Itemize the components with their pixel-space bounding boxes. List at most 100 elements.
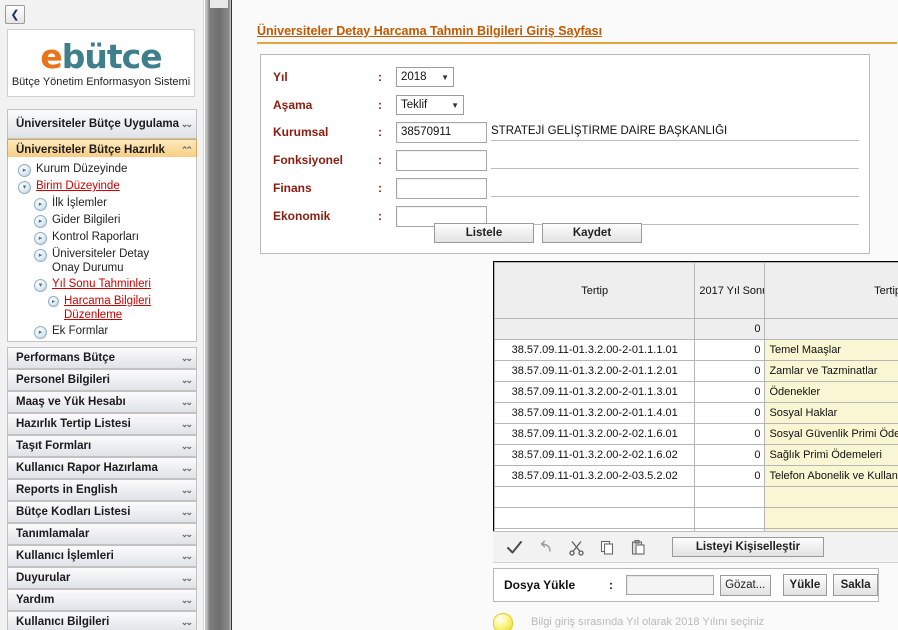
list-button[interactable]: Listele bbox=[434, 223, 534, 243]
tree-item-7[interactable]: ▸ Harcama Bilgileri Düzenleme bbox=[48, 294, 192, 322]
cell-tertip[interactable]: 38.57.09.11-01.3.2.00-2-01.1.3.01 bbox=[494, 381, 696, 403]
sidebar-accordion-14[interactable]: Kullanıcı Bilgileri ⌄⌄ bbox=[7, 611, 197, 630]
cell-aciklama[interactable]: Ödenekler bbox=[764, 381, 898, 403]
page-title: Üniversiteler Detay Harcama Tahmin Bilgi… bbox=[257, 24, 603, 38]
customize-list-button[interactable]: Listeyi Kişiselleştir bbox=[672, 537, 824, 557]
tree-item-label: Ek Formlar bbox=[52, 325, 109, 337]
cell-harcama[interactable]: 0 bbox=[694, 444, 766, 466]
sidebar-accordion-6[interactable]: Taşıt Formları ⌄⌄ bbox=[7, 435, 197, 457]
sidebar-accordion-4[interactable]: Maaş ve Yük Hesabı ⌄⌄ bbox=[7, 391, 197, 413]
label-kurumsal: Kurumsal bbox=[273, 125, 329, 139]
sidebar-accordion-11[interactable]: Kullanıcı İşlemleri ⌄⌄ bbox=[7, 545, 197, 567]
hide-button[interactable]: Sakla bbox=[833, 574, 878, 596]
cell-tertip[interactable]: 38.57.09.11-01.3.2.00-2-02.1.6.02 bbox=[494, 444, 696, 466]
tree-item-label: Gider Bilgileri bbox=[52, 214, 121, 226]
sidebar-accordion-10[interactable]: Tanımlamalar ⌄⌄ bbox=[7, 523, 197, 545]
cell-aciklama[interactable]: Sosyal Güvenlik Primi Ödemeleri bbox=[764, 423, 898, 445]
tree-item-1[interactable]: ▾ Birim Düzeyinde bbox=[18, 179, 192, 194]
copy-icon[interactable] bbox=[596, 536, 618, 558]
cut-icon[interactable] bbox=[565, 536, 587, 558]
cell-empty[interactable] bbox=[764, 507, 898, 529]
cell-empty[interactable] bbox=[764, 486, 898, 508]
cell-harcama[interactable]: 0 bbox=[694, 465, 766, 487]
grid-body: 0 38.57.09.11-01.3.2.00-2-01.1.1.01 0 Temel… bbox=[494, 318, 898, 531]
sidebar-accordion-5[interactable]: Hazırlık Tertip Listesi ⌄⌄ bbox=[7, 413, 197, 435]
cell-empty[interactable] bbox=[494, 507, 696, 529]
table-row[interactable]: 38.57.09.11-01.3.2.00-2-02.1.6.02 0 Sağlık… bbox=[494, 444, 898, 466]
criteria-panel: Yıl:2018 ▼ Aşama: Teklif ▼ Kurumsal:38570911 S… bbox=[260, 54, 870, 254]
table-row-empty[interactable] bbox=[494, 507, 898, 529]
sidebar-accordion-12[interactable]: Duyurular ⌄⌄ bbox=[7, 567, 197, 589]
select-asama[interactable]: Teklif ▼ bbox=[396, 95, 464, 115]
save-button[interactable]: Kaydet bbox=[542, 223, 642, 243]
browse-button[interactable]: Gözat... bbox=[719, 574, 771, 596]
tree-item-0[interactable]: ▸ Kurum Düzeyinde bbox=[18, 162, 192, 177]
input-finans[interactable] bbox=[396, 177, 487, 199]
confirm-check-icon[interactable] bbox=[503, 536, 525, 558]
chevron-right-icon: ▸ bbox=[34, 198, 47, 211]
logo-wordmark: ebütce bbox=[40, 40, 162, 73]
input-fonksiyonel[interactable] bbox=[396, 149, 487, 171]
sidebar-accordion-3[interactable]: Personel Bilgileri ⌄⌄ bbox=[7, 369, 197, 391]
sidebar-accordion-7[interactable]: Kullanıcı Rapor Hazırlama ⌄⌄ bbox=[7, 457, 197, 479]
table-row[interactable]: 38.57.09.11-01.3.2.00-2-01.1.1.01 0 Temel … bbox=[494, 339, 898, 361]
cell-tertip[interactable]: 38.57.09.11-01.3.2.00-2-03.5.2.02 bbox=[494, 465, 696, 487]
cell-harcama[interactable]: 0 bbox=[694, 402, 766, 424]
file-path-input[interactable] bbox=[626, 575, 714, 595]
table-row[interactable]: 38.57.09.11-01.3.2.00-2-03.5.2.02 0 Telefo… bbox=[494, 465, 898, 487]
upload-button[interactable]: Yükle bbox=[782, 574, 828, 596]
sidebar-accordion-label: Reports in English bbox=[16, 484, 118, 496]
sidebar-accordion-label: Performans Bütçe bbox=[16, 352, 116, 364]
select-yil[interactable]: 2018 ▼ bbox=[396, 67, 454, 87]
cell-harcama[interactable]: 0 bbox=[694, 339, 766, 361]
sidebar-accordion-2[interactable]: Performans Bütçe ⌄⌄ bbox=[7, 347, 197, 369]
cell-aciklama[interactable]: Sağlık Primi Ödemeleri bbox=[764, 444, 898, 466]
tree-item-2[interactable]: ▸ İlk İşlemler bbox=[34, 196, 192, 211]
colon-asama: : bbox=[378, 98, 382, 112]
cell-aciklama[interactable]: Zamlar ve Tazminatlar bbox=[764, 360, 898, 382]
chevron-right-icon: ▸ bbox=[34, 232, 47, 245]
cell-empty[interactable] bbox=[694, 486, 766, 508]
cell-empty[interactable] bbox=[694, 507, 766, 529]
data-grid[interactable]: Tertip 2017 Yıl Sonu Harc.Tah. Tertip Aç… bbox=[493, 261, 898, 531]
table-row[interactable]: 38.57.09.11-01.3.2.00-2-01.1.4.01 0 Sosyal… bbox=[494, 402, 898, 424]
sidebar-accordion-9[interactable]: Bütçe Kodları Listesi ⌄⌄ bbox=[7, 501, 197, 523]
chevron-down-icon: ⌄⌄ bbox=[180, 528, 193, 539]
cell-tertip[interactable]: 38.57.09.11-01.3.2.00-2-01.1.1.01 bbox=[494, 339, 696, 361]
sidebar-accordion-0[interactable]: Üniversiteler Bütçe Uygulama ⌄⌄ bbox=[7, 109, 197, 139]
table-row[interactable]: 38.57.09.11-01.3.2.00-2-01.1.3.01 0 Ödenek… bbox=[494, 381, 898, 403]
cell-aciklama[interactable]: Telefon Abonelik ve Kullanım Ücretleri bbox=[764, 465, 898, 487]
sidebar-accordion-13[interactable]: Yardım ⌄⌄ bbox=[7, 589, 197, 611]
tree-item-4[interactable]: ▸ Kontrol Raporları bbox=[34, 230, 192, 245]
colon-fonksiyonel: : bbox=[378, 153, 382, 167]
paste-icon[interactable] bbox=[627, 536, 649, 558]
chevron-down-icon: ⌄⌄ bbox=[180, 572, 193, 583]
table-row[interactable]: 38.57.09.11-01.3.2.00-2-01.1.2.01 0 Zamlar… bbox=[494, 360, 898, 382]
tree-item-5[interactable]: ▸ Üniversiteler Detay Onay Durumu bbox=[34, 247, 192, 275]
panel-splitter[interactable] bbox=[205, 0, 231, 630]
cell-tertip[interactable]: 38.57.09.11-01.3.2.00-2-01.1.4.01 bbox=[494, 402, 696, 424]
tree-item-8[interactable]: ▸ Ek Formlar bbox=[34, 324, 192, 339]
cell-harcama[interactable]: 0 bbox=[694, 360, 766, 382]
cell-harcama[interactable]: 0 bbox=[694, 381, 766, 403]
input-kurumsal[interactable]: 38570911 bbox=[396, 121, 487, 143]
sidebar-accordion-8[interactable]: Reports in English ⌄⌄ bbox=[7, 479, 197, 501]
cell-aciklama[interactable]: Temel Maaşlar bbox=[764, 339, 898, 361]
tree-item-6[interactable]: ▾ Yıl Sonu Tahminleri bbox=[34, 277, 192, 292]
column-header-tertip-aciklamasi[interactable]: Tertip Açıklaması bbox=[764, 262, 898, 319]
cell-aciklama[interactable]: Sosyal Haklar bbox=[764, 402, 898, 424]
cell-tertip[interactable]: 38.57.09.11-01.3.2.00-2-01.1.2.01 bbox=[494, 360, 696, 382]
chevron-left-icon[interactable]: ❮ bbox=[5, 5, 25, 24]
undo-icon[interactable] bbox=[534, 536, 556, 558]
table-row-empty[interactable] bbox=[494, 486, 898, 508]
lightbulb-icon bbox=[493, 612, 513, 630]
cell-tertip[interactable]: 38.57.09.11-01.3.2.00-2-02.1.6.01 bbox=[494, 423, 696, 445]
table-row[interactable]: 38.57.09.11-01.3.2.00-2-02.1.6.01 0 Sosyal… bbox=[494, 423, 898, 445]
column-header-harcama-tahmin[interactable]: 2017 Yıl Sonu Harc.Tah. bbox=[694, 262, 766, 319]
colon-yil: : bbox=[378, 70, 382, 84]
cell-harcama[interactable]: 0 bbox=[694, 423, 766, 445]
column-header-tertip[interactable]: Tertip bbox=[494, 262, 696, 319]
cell-empty[interactable] bbox=[494, 486, 696, 508]
tree-item-3[interactable]: ▸ Gider Bilgileri bbox=[34, 213, 192, 228]
sidebar-accordion-label: Tanımlamalar bbox=[16, 528, 90, 540]
